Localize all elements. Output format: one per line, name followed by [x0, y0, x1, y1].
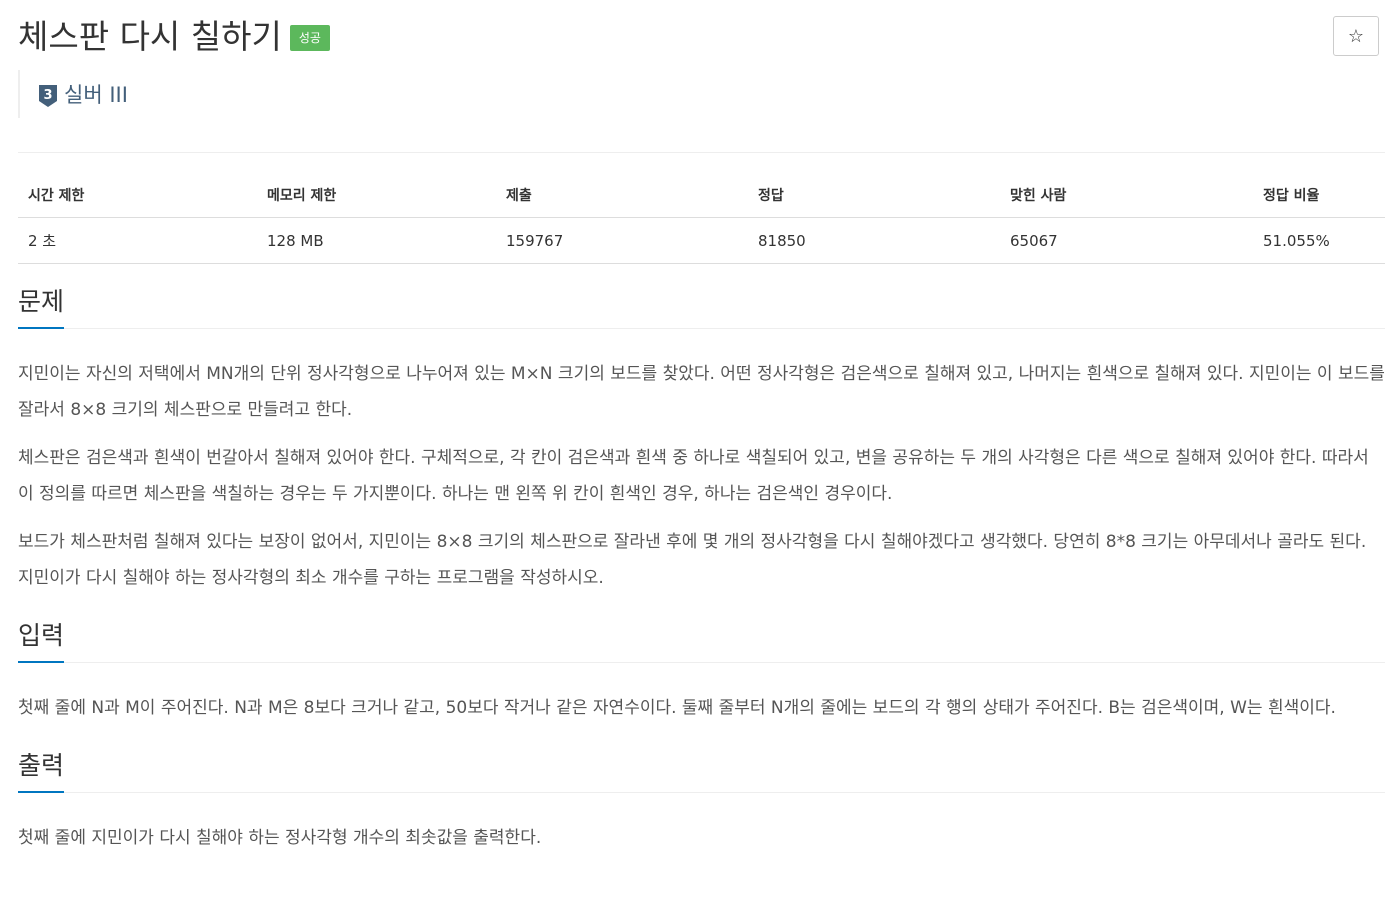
value-solved-users: 65067 — [1000, 217, 1253, 264]
result-badge: 성공 — [289, 25, 330, 51]
info-value-row: 2 초 128 MB 159767 81850 65067 51.055% — [18, 217, 1385, 264]
input-body: 첫째 줄에 N과 M이 주어진다. N과 M은 8보다 크거나 같고, 50보다… — [18, 690, 1385, 726]
header-solved-users: 맞힌 사람 — [1000, 173, 1253, 218]
value-accepted: 81850 — [748, 217, 1000, 264]
input-section: 입력 첫째 줄에 N과 M이 주어진다. N과 M은 8보다 크거나 같고, 5… — [18, 602, 1385, 726]
header-time-limit: 시간 제한 — [18, 173, 257, 218]
description-section: 문제 지민이는 자신의 저택에서 MN개의 단위 정사각형으로 나누어져 있는 … — [18, 268, 1385, 596]
header-memory-limit: 메모리 제한 — [257, 173, 496, 218]
description-paragraph: 보드가 체스판처럼 칠해져 있다는 보장이 없어서, 지민이는 8×8 크기의 … — [18, 532, 1367, 588]
description-header: 문제 — [18, 268, 1385, 329]
description-body: 지민이는 자신의 저택에서 MN개의 단위 정사각형으로 나누어져 있는 M×N… — [18, 356, 1385, 596]
favorite-star-button[interactable]: ☆ — [1333, 16, 1379, 56]
header-submissions: 제출 — [496, 173, 748, 218]
tier-row: 3 실버 III — [18, 70, 1385, 118]
input-title: 입력 — [18, 621, 65, 663]
problem-title: 체스판 다시 칠하기 — [18, 17, 282, 56]
input-paragraph: 첫째 줄에 N과 M이 주어진다. N과 M은 8보다 크거나 같고, 50보다… — [18, 698, 1336, 718]
description-paragraph: 체스판은 검은색과 흰색이 번갈아서 칠해져 있어야 한다. 구체적으로, 각 … — [18, 448, 1369, 504]
output-header: 출력 — [18, 732, 1385, 793]
description-title: 문제 — [18, 287, 65, 329]
output-title: 출력 — [18, 751, 65, 793]
title-row: 체스판 다시 칠하기 성공 ☆ — [18, 0, 1385, 68]
problem-title-wrap: 체스판 다시 칠하기 성공 — [18, 16, 330, 58]
description-paragraph: 지민이는 자신의 저택에서 MN개의 단위 정사각형으로 나누어져 있는 M×N… — [18, 364, 1385, 420]
value-submissions: 159767 — [496, 217, 748, 264]
output-body: 첫째 줄에 지민이가 다시 칠해야 하는 정사각형 개수의 최솟값을 출력한다. — [18, 820, 1385, 856]
header-divider — [18, 152, 1385, 153]
header-accept-ratio: 정답 비율 — [1253, 173, 1385, 218]
tier-number: 3 — [43, 88, 52, 103]
value-accept-ratio: 51.055% — [1253, 217, 1385, 264]
silver-tier-icon: 3 — [39, 84, 57, 107]
problem-info-table: 시간 제한 메모리 제한 제출 정답 맞힌 사람 정답 비율 2 초 128 M… — [18, 173, 1385, 264]
info-header-row: 시간 제한 메모리 제한 제출 정답 맞힌 사람 정답 비율 — [18, 173, 1385, 218]
problem-page: 체스판 다시 칠하기 성공 ☆ 3 실버 III 시간 제한 메모리 제한 제출 … — [0, 0, 1391, 856]
value-memory-limit: 128 MB — [257, 217, 496, 264]
input-header: 입력 — [18, 602, 1385, 663]
output-paragraph: 첫째 줄에 지민이가 다시 칠해야 하는 정사각형 개수의 최솟값을 출력한다. — [18, 828, 542, 848]
tier-label: 실버 III — [64, 83, 128, 107]
star-icon: ☆ — [1347, 26, 1365, 47]
value-time-limit: 2 초 — [18, 217, 257, 264]
header-accepted: 정답 — [748, 173, 1000, 218]
output-section: 출력 첫째 줄에 지민이가 다시 칠해야 하는 정사각형 개수의 최솟값을 출력… — [18, 732, 1385, 856]
